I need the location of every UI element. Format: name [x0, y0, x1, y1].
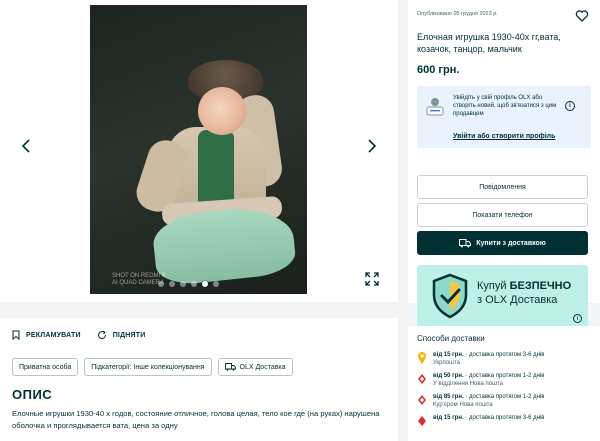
delivery-price: від 15 грн.	[433, 415, 464, 421]
listing-photo[interactable]: SHOT ON REDMI 9 AI QUAD CAMERA	[90, 5, 307, 294]
delivery-carrier: Кур'єром Нова пошта	[433, 402, 493, 408]
tag-olx-delivery[interactable]: OLX Доставка	[217, 358, 293, 376]
delivery-duration: · доставка протягом 1-2 днів	[463, 394, 545, 400]
banner-line1-prefix: Купуй	[477, 280, 510, 292]
gallery-prev-button[interactable]	[16, 136, 36, 156]
expand-icon[interactable]	[364, 271, 380, 287]
delivery-carrier: У відділення Нова пошта	[433, 381, 503, 387]
tag-olx-delivery-label: OLX Доставка	[239, 363, 286, 371]
message-button[interactable]: Повідомлення	[417, 175, 588, 199]
description-heading: ОПИС	[12, 387, 53, 402]
tag-subcategory[interactable]: Підкатегорії: Інше колекціонування	[84, 358, 212, 376]
listing-details: РЕКЛАМУВАТИ ПІДНЯТИ Приватна особа Підка…	[0, 318, 398, 441]
published-date: Опубліковано 05 грудня 2023 р.	[417, 11, 498, 17]
gallery-pagination	[158, 281, 219, 287]
pagination-dot[interactable]	[213, 281, 219, 287]
banner-line1-bold: БЕЗПЕЧНО	[509, 280, 572, 292]
shield-check-icon	[432, 273, 468, 319]
listing-info-card: Опубліковано 05 грудня 2023 р. Елочная и…	[408, 0, 600, 303]
chevron-right-icon	[368, 139, 377, 153]
nova-poshta-icon	[418, 374, 426, 384]
delivery-price: від 85 грн.	[433, 394, 464, 400]
delivery-item: від 15 грн. · доставка протягом 3-6 днів	[417, 414, 591, 428]
buy-label: Купити з доставкою	[476, 239, 546, 247]
description-text: Елочные игрушки 1930-40 х годов, состоян…	[12, 409, 380, 430]
info-icon[interactable]: i	[565, 101, 575, 111]
promote-button[interactable]: РЕКЛАМУВАТИ	[12, 330, 81, 340]
chevron-left-icon	[21, 139, 30, 153]
delivery-item: від 85 грн. · доставка протягом 1-2 днів…	[417, 393, 591, 409]
heart-icon[interactable]	[575, 9, 589, 23]
delivery-price: від 50 грн.	[433, 373, 464, 379]
pagination-dot-active[interactable]	[202, 281, 208, 287]
buy-with-delivery-button[interactable]: Купити з доставкою	[417, 231, 588, 255]
delivery-methods-title: Способи доставки	[417, 334, 485, 343]
login-prompt: Увійдіть у свій профіль OLX або створіть…	[417, 86, 591, 148]
raise-button[interactable]: ПІДНЯТИ	[97, 330, 146, 340]
truck-icon	[459, 238, 472, 247]
delivery-carrier: Укрпошта	[433, 360, 460, 366]
image-gallery: SHOT ON REDMI 9 AI QUAD CAMERA	[0, 0, 398, 302]
banner-line2: з OLX Доставка	[477, 294, 558, 306]
refresh-icon	[97, 330, 106, 340]
profile-card-icon	[426, 98, 444, 116]
nova-poshta-icon	[418, 395, 426, 405]
login-link[interactable]: Увійти або створити профіль	[453, 133, 555, 140]
delivery-duration: · доставка протягом 3-6 днів	[463, 415, 545, 421]
show-phone-button[interactable]: Показати телефон	[417, 203, 588, 227]
login-prompt-text: Увійдіть у свій профіль OLX або створіть…	[453, 95, 557, 117]
bookmark-icon	[12, 330, 20, 340]
listing-title: Елочная игрушка 1930-40х гг,вата, козачо…	[417, 32, 561, 54]
promote-label: РЕКЛАМУВАТИ	[26, 331, 81, 339]
pagination-dot[interactable]	[191, 281, 197, 287]
meest-icon	[418, 416, 426, 426]
pagination-dot[interactable]	[158, 281, 164, 287]
info-icon[interactable]: i	[573, 314, 582, 323]
delivery-item: від 15 грн. · доставка протягом 3-6 днів…	[417, 351, 591, 367]
doll-head	[198, 87, 246, 135]
delivery-duration: · доставка протягом 3-6 днів	[463, 352, 545, 358]
delivery-price: від 15 грн.	[433, 352, 464, 358]
listing-actions: РЕКЛАМУВАТИ ПІДНЯТИ	[12, 318, 386, 346]
listing-price: 600 грн.	[417, 64, 460, 76]
delivery-methods-card: Способи доставки від 15 грн. · доставка …	[408, 326, 600, 441]
truck-icon	[224, 363, 236, 371]
ukrposhta-icon	[418, 352, 426, 364]
banner-text: Купуй БЕЗПЕЧНО з OLX Доставка	[477, 279, 571, 307]
delivery-duration: · доставка протягом 1-2 днів	[463, 373, 545, 379]
tag-seller-type[interactable]: Приватна особа	[12, 358, 79, 376]
pagination-dot[interactable]	[180, 281, 186, 287]
pagination-dot[interactable]	[169, 281, 175, 287]
delivery-item: від 50 грн. · доставка протягом 1-2 днів…	[417, 372, 591, 388]
listing-tags: Приватна особа Підкатегорії: Інше колекц…	[12, 358, 386, 376]
olx-delivery-banner[interactable]: Купуй БЕЗПЕЧНО з OLX Доставка i	[417, 265, 588, 329]
raise-label: ПІДНЯТИ	[112, 331, 146, 339]
gallery-next-button[interactable]	[362, 136, 382, 156]
